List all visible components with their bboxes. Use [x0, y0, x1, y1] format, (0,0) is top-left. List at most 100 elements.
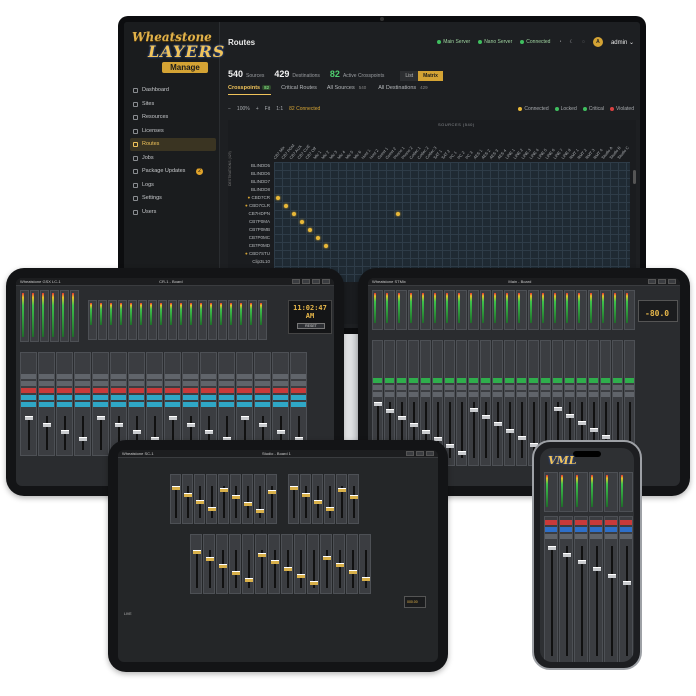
fader-handle[interactable] [386, 409, 394, 413]
channel-button[interactable] [560, 534, 572, 539]
fader-handle[interactable] [43, 423, 51, 427]
channel-button[interactable] [565, 385, 574, 390]
channel-button[interactable] [445, 392, 454, 397]
channel-button[interactable] [147, 381, 162, 386]
window-button[interactable] [648, 279, 656, 284]
channel-button[interactable] [165, 374, 180, 379]
sidebar-item-logs[interactable]: Logs [130, 179, 216, 192]
channel-button[interactable] [219, 388, 234, 393]
channel-button[interactable] [385, 385, 394, 390]
channel-button[interactable] [201, 374, 216, 379]
channel-button[interactable] [129, 395, 144, 400]
fader-handle[interactable] [470, 408, 478, 412]
channel-button[interactable] [129, 381, 144, 386]
crosspoint-connected[interactable] [284, 204, 288, 208]
fader-handle[interactable] [314, 500, 322, 504]
channel-button[interactable] [273, 388, 288, 393]
channel-button[interactable] [93, 381, 108, 386]
channel-button[interactable] [601, 378, 610, 383]
channel-button[interactable] [273, 395, 288, 400]
channel-button[interactable] [409, 385, 418, 390]
fader-handle[interactable] [547, 546, 556, 550]
fader-handle[interactable] [169, 416, 177, 420]
channel-button[interactable] [373, 378, 382, 383]
user-menu[interactable]: admin ⌄ [611, 39, 634, 46]
channel-button[interactable] [397, 385, 406, 390]
fader-handle[interactable] [231, 571, 240, 575]
channel-button[interactable] [421, 378, 430, 383]
fader-handle[interactable] [602, 435, 610, 439]
channel-button[interactable] [493, 385, 502, 390]
channel-button[interactable] [255, 395, 270, 400]
channel-button[interactable] [545, 534, 557, 539]
channel-button[interactable] [21, 381, 36, 386]
channel-button[interactable] [613, 385, 622, 390]
channel-button[interactable] [385, 392, 394, 397]
channel-button[interactable] [613, 392, 622, 397]
window-button[interactable] [416, 451, 424, 456]
channel-button[interactable] [291, 381, 306, 386]
tab-all-destinations[interactable]: All Destinations 429 [378, 85, 429, 95]
fader-handle[interactable] [566, 414, 574, 418]
fader-handle[interactable] [482, 415, 490, 419]
channel-button[interactable] [201, 402, 216, 407]
tab-all-sources[interactable]: All Sources 540 [327, 85, 368, 95]
sidebar-item-licenses[interactable]: Licenses [130, 125, 216, 138]
fader-handle[interactable] [398, 416, 406, 420]
channel-button[interactable] [165, 402, 180, 407]
channel-button[interactable] [291, 374, 306, 379]
window-button[interactable] [406, 451, 414, 456]
clock-reset-button[interactable]: RESET [297, 323, 325, 329]
channel-button[interactable] [620, 520, 632, 525]
bell-icon[interactable]: ◔ [558, 39, 561, 45]
fader-handle[interactable] [578, 421, 586, 425]
channel-button[interactable] [147, 395, 162, 400]
fader-handle[interactable] [506, 429, 514, 433]
window-button[interactable] [658, 279, 666, 284]
channel-button[interactable] [39, 388, 54, 393]
fader-handle[interactable] [61, 430, 69, 434]
channel-button[interactable] [625, 392, 634, 397]
fader-handle[interactable] [296, 574, 305, 578]
fader-handle[interactable] [220, 488, 228, 492]
window-button[interactable] [322, 279, 330, 284]
channel-button[interactable] [601, 392, 610, 397]
window-button[interactable] [292, 279, 300, 284]
channel-button[interactable] [129, 388, 144, 393]
sidebar-item-sites[interactable]: Sites [130, 98, 216, 111]
fader-handle[interactable] [607, 574, 616, 578]
sidebar-item-package-updates[interactable]: Package Updates 2 [130, 165, 216, 178]
fader-handle[interactable] [309, 581, 318, 585]
fader-handle[interactable] [458, 451, 466, 455]
channel-button[interactable] [183, 395, 198, 400]
channel-button[interactable] [590, 520, 602, 525]
fader-handle[interactable] [115, 423, 123, 427]
one-to-one-button[interactable]: 1:1 [276, 106, 283, 112]
fader-handle[interactable] [590, 428, 598, 432]
channel-button[interactable] [21, 388, 36, 393]
channel-button[interactable] [481, 392, 490, 397]
fader-handle[interactable] [244, 578, 253, 582]
fader-handle[interactable] [277, 430, 285, 434]
channel-button[interactable] [589, 385, 598, 390]
channel-button[interactable] [75, 381, 90, 386]
channel-button[interactable] [111, 374, 126, 379]
fader-handle[interactable] [97, 416, 105, 420]
fader-handle[interactable] [256, 509, 264, 513]
fader-handle[interactable] [338, 488, 346, 492]
channel-button[interactable] [505, 392, 514, 397]
channel-button[interactable] [565, 392, 574, 397]
channel-button[interactable] [21, 395, 36, 400]
window-button[interactable] [302, 279, 310, 284]
channel-button[interactable] [165, 381, 180, 386]
channel-button[interactable] [601, 385, 610, 390]
channel-button[interactable] [183, 381, 198, 386]
fader-handle[interactable] [218, 564, 227, 568]
channel-button[interactable] [373, 385, 382, 390]
fader-handle[interactable] [422, 430, 430, 434]
crosspoint-connected[interactable] [300, 220, 304, 224]
channel-button[interactable] [57, 381, 72, 386]
channel-button[interactable] [397, 378, 406, 383]
channel-button[interactable] [273, 402, 288, 407]
sidebar-item-settings[interactable]: Settings [130, 192, 216, 205]
